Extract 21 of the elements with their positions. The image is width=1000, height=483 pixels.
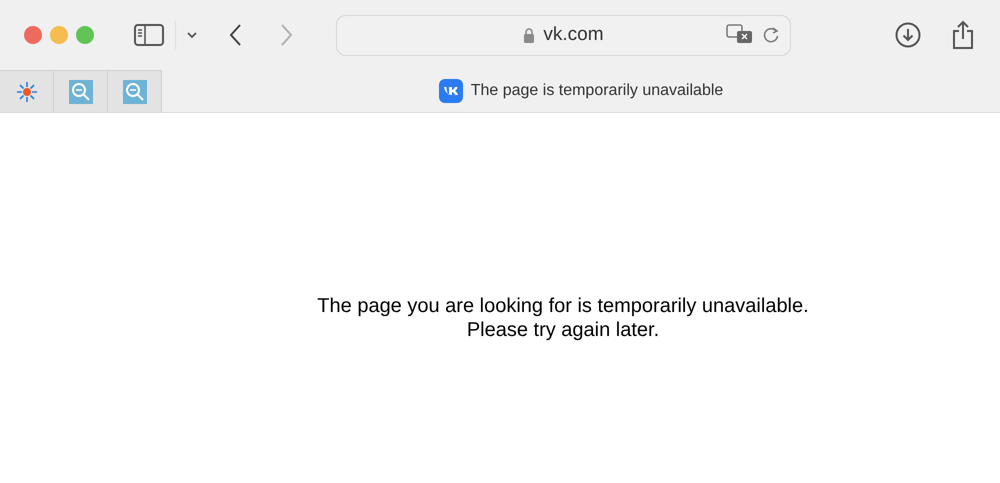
- magnifier-icon: [68, 80, 92, 104]
- error-message: Please try again later.: [466, 318, 660, 342]
- pinned-tab[interactable]: [0, 70, 54, 112]
- reload-icon[interactable]: [762, 26, 780, 44]
- back-icon[interactable]: [228, 23, 242, 47]
- download-icon[interactable]: [895, 22, 921, 48]
- lock-icon: [523, 27, 536, 43]
- magnifier-icon: [122, 80, 146, 104]
- pinned-tab[interactable]: [54, 70, 108, 112]
- translate-icon[interactable]: [726, 24, 754, 46]
- chevron-down-icon[interactable]: [186, 31, 198, 39]
- url-text: vk.com: [543, 22, 604, 47]
- sun-icon: [14, 80, 38, 104]
- sidebar-icon[interactable]: [134, 23, 164, 47]
- vk-logo-icon: [438, 79, 463, 103]
- share-icon[interactable]: [951, 20, 975, 50]
- address-field[interactable]: vk.com: [336, 14, 791, 56]
- tab-title: The page is temporarily unavailable: [470, 81, 724, 101]
- close-button[interactable]: [24, 26, 42, 44]
- pinned-tab[interactable]: [108, 70, 162, 112]
- error-message: The page you are looking for is temporarily unavailable.: [317, 294, 809, 318]
